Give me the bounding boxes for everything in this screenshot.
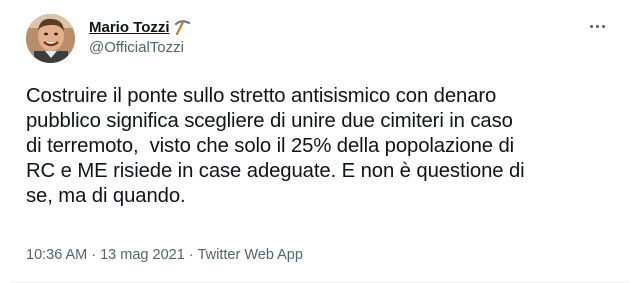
tweet-text: Costruire il ponte sullo stretto antisis…	[26, 85, 525, 207]
tweet-header: Mario Tozzi @OfficialTozzi	[26, 14, 626, 66]
avatar[interactable]	[26, 14, 75, 63]
tweet-meta: 10:36 AM · 13 mag 2021 · Twitter Web App	[26, 247, 303, 263]
meta-separator: ·	[91, 247, 97, 263]
display-name-row: Mario Tozzi	[89, 17, 191, 37]
tweet-time[interactable]: 10:36 AM	[26, 247, 87, 263]
author-display-name[interactable]: Mario Tozzi	[89, 19, 170, 36]
tweet-date[interactable]: 13 mag 2021	[100, 247, 185, 263]
tweet-source[interactable]: Twitter Web App	[198, 247, 303, 263]
avatar-photo-icon	[26, 14, 75, 63]
author-names: Mario Tozzi @OfficialTozzi	[89, 17, 191, 56]
pick-icon	[173, 18, 191, 36]
meta-separator: ·	[188, 247, 194, 263]
tweet-card: Mario Tozzi @OfficialTozzi Costruire il …	[0, 0, 640, 283]
author-handle[interactable]: @OfficialTozzi	[89, 39, 191, 56]
more-options-icon[interactable]	[586, 16, 608, 36]
